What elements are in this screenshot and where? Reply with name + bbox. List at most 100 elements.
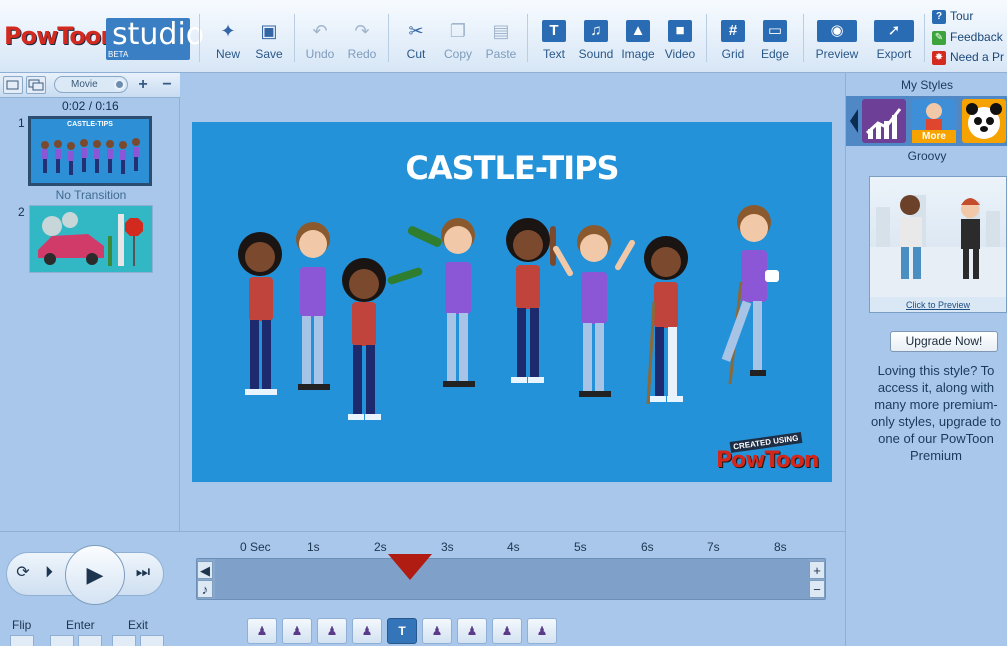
slide-1-characters-image [41,138,140,175]
ruler-tick: 5s [574,540,587,554]
ruler-tick: 1s [307,540,320,554]
more-styles-label: More [912,130,956,143]
slide-canvas[interactable]: CASTLE-TIPS CREATED USING PowToon [192,122,832,482]
character-cheering-boy [553,225,635,397]
slide-2-car-crash-image [38,212,143,266]
grid-button[interactable]: # Grid [711,20,755,66]
edge-label: Edge [760,47,790,61]
style-thumb-panda[interactable] [962,99,1006,143]
object-layer-character[interactable]: ♟ [527,618,557,644]
upgrade-promo-text: Loving this style? To access it, along w… [870,363,1002,463]
stage-area: CASTLE-TIPS CREATED USING PowToon [181,73,844,531]
remove-slide-button[interactable]: − [156,75,178,95]
exit-effect-control[interactable] [112,635,136,646]
new-button[interactable]: ✦ New [206,20,250,66]
characters-illustration[interactable] [192,122,832,482]
click-to-preview-link[interactable]: Click to Preview [870,300,1006,310]
exit-duration-control[interactable] [140,635,164,646]
timeline-track-body [215,559,809,599]
timeline-panel: ⟳ ⏵ ▶ ⏭ 0 Sec 1s 2s 3s 4s 5s 6s 7s 8s ◀ … [0,531,845,646]
cut-button[interactable]: ✂ Cut [394,20,438,66]
paste-button[interactable]: ▤ Paste [479,20,523,66]
movie-mode-label: Movie [71,79,98,90]
flip-control[interactable] [10,635,34,646]
paste-label: Paste [485,47,517,61]
step-forward-button[interactable]: ⏭ [131,561,155,585]
export-button[interactable]: ➚ Export [872,20,916,66]
transition-label[interactable]: No Transition [30,188,152,202]
redo-label: Redo [347,47,377,61]
character-cheering-girl [506,218,556,383]
video-button[interactable]: ■ Video [658,20,702,66]
preview-characters-image [870,195,1006,297]
object-layer-character[interactable]: ♟ [492,618,522,644]
preview-button[interactable]: ◉ Preview [815,20,859,66]
style-thumb-groovy[interactable]: More [912,99,956,143]
object-layer-character[interactable]: ♟ [422,618,452,644]
object-layer-character[interactable]: ♟ [317,618,347,644]
feedback-bubble-icon: ✎ [932,30,946,45]
add-slide-button[interactable]: + [132,75,154,95]
slide-thumbnail-1[interactable]: CASTLE-TIPS [28,116,152,186]
single-slide-icon [6,80,19,90]
powtoon-watermark: CREATED USING PowToon [716,432,820,478]
zoom-out-button[interactable]: − [809,580,825,598]
play-button[interactable]: ▶ [65,545,125,605]
slide-view-large-button[interactable] [26,76,46,94]
image-button[interactable]: ▲ Image [616,20,660,66]
loop-button[interactable]: ⟳ [11,561,35,585]
enter-duration-control[interactable] [78,635,102,646]
eye-icon: ◉ [817,20,857,42]
copy-label: Copy [443,47,472,61]
floppy-disk-icon: ▣ [260,21,278,41]
zoom-in-button[interactable]: + [809,561,825,579]
question-icon: ? [932,9,946,24]
music-note-icon[interactable]: ♪ [197,580,213,598]
undo-arrow-icon: ↶ [312,21,328,41]
movie-mode-toggle[interactable]: Movie [54,76,128,93]
object-layer-character[interactable]: ♟ [247,618,277,644]
slide-view-small-button[interactable] [3,76,23,94]
save-label: Save [255,47,283,61]
timeline-track[interactable]: ◀ ♪ + − [196,558,826,600]
style-preview[interactable]: Click to Preview [869,176,1007,313]
copy-button[interactable]: ❐ Copy [436,20,480,66]
redo-button[interactable]: ↷ Redo [340,20,384,66]
character-injured-boy [721,205,779,385]
object-layer-character[interactable]: ♟ [457,618,487,644]
multi-slide-icon [28,79,44,91]
upgrade-now-button[interactable]: Upgrade Now! [890,331,998,352]
object-layer-character[interactable]: ♟ [282,618,312,644]
new-document-icon: ✦ [220,21,236,41]
tour-label: Tour [950,9,974,23]
feedback-link[interactable]: ✎ Feedback [932,30,1003,48]
undo-button[interactable]: ↶ Undo [298,20,342,66]
undo-label: Undo [305,47,335,61]
text-button[interactable]: T Text [532,20,576,66]
slide-thumbnail-2[interactable] [29,205,153,273]
preview-label: Preview [815,47,859,61]
step-back-button[interactable]: ⏵ [37,561,61,585]
enter-effect-control[interactable] [50,635,74,646]
toolbar-divider [388,14,389,62]
enter-label: Enter [66,618,95,632]
object-layer-text[interactable]: T [387,618,417,644]
sound-button[interactable]: ♫ Sound [574,20,618,66]
style-thumb-chart[interactable] [862,99,906,143]
styles-carousel: More [846,96,1007,146]
volume-icon[interactable]: ◀ [197,561,213,579]
carousel-left-arrow-icon[interactable] [850,109,858,133]
playhead-marker[interactable] [388,554,432,580]
help-link[interactable]: ✸ Need a Pr [932,50,1004,68]
edge-frame-icon: ▭ [763,20,787,42]
toolbar-divider [294,14,295,62]
object-layer-character[interactable]: ♟ [352,618,382,644]
edge-button[interactable]: ▭ Edge [753,20,797,66]
preview-image [870,177,1006,297]
slide-number: 1 [18,116,25,130]
groovy-character-icon [926,103,942,131]
character-sad-boy [296,222,330,390]
tour-link[interactable]: ? Tour [932,9,973,27]
toolbar-divider [706,14,707,62]
save-button[interactable]: ▣ Save [247,20,291,66]
